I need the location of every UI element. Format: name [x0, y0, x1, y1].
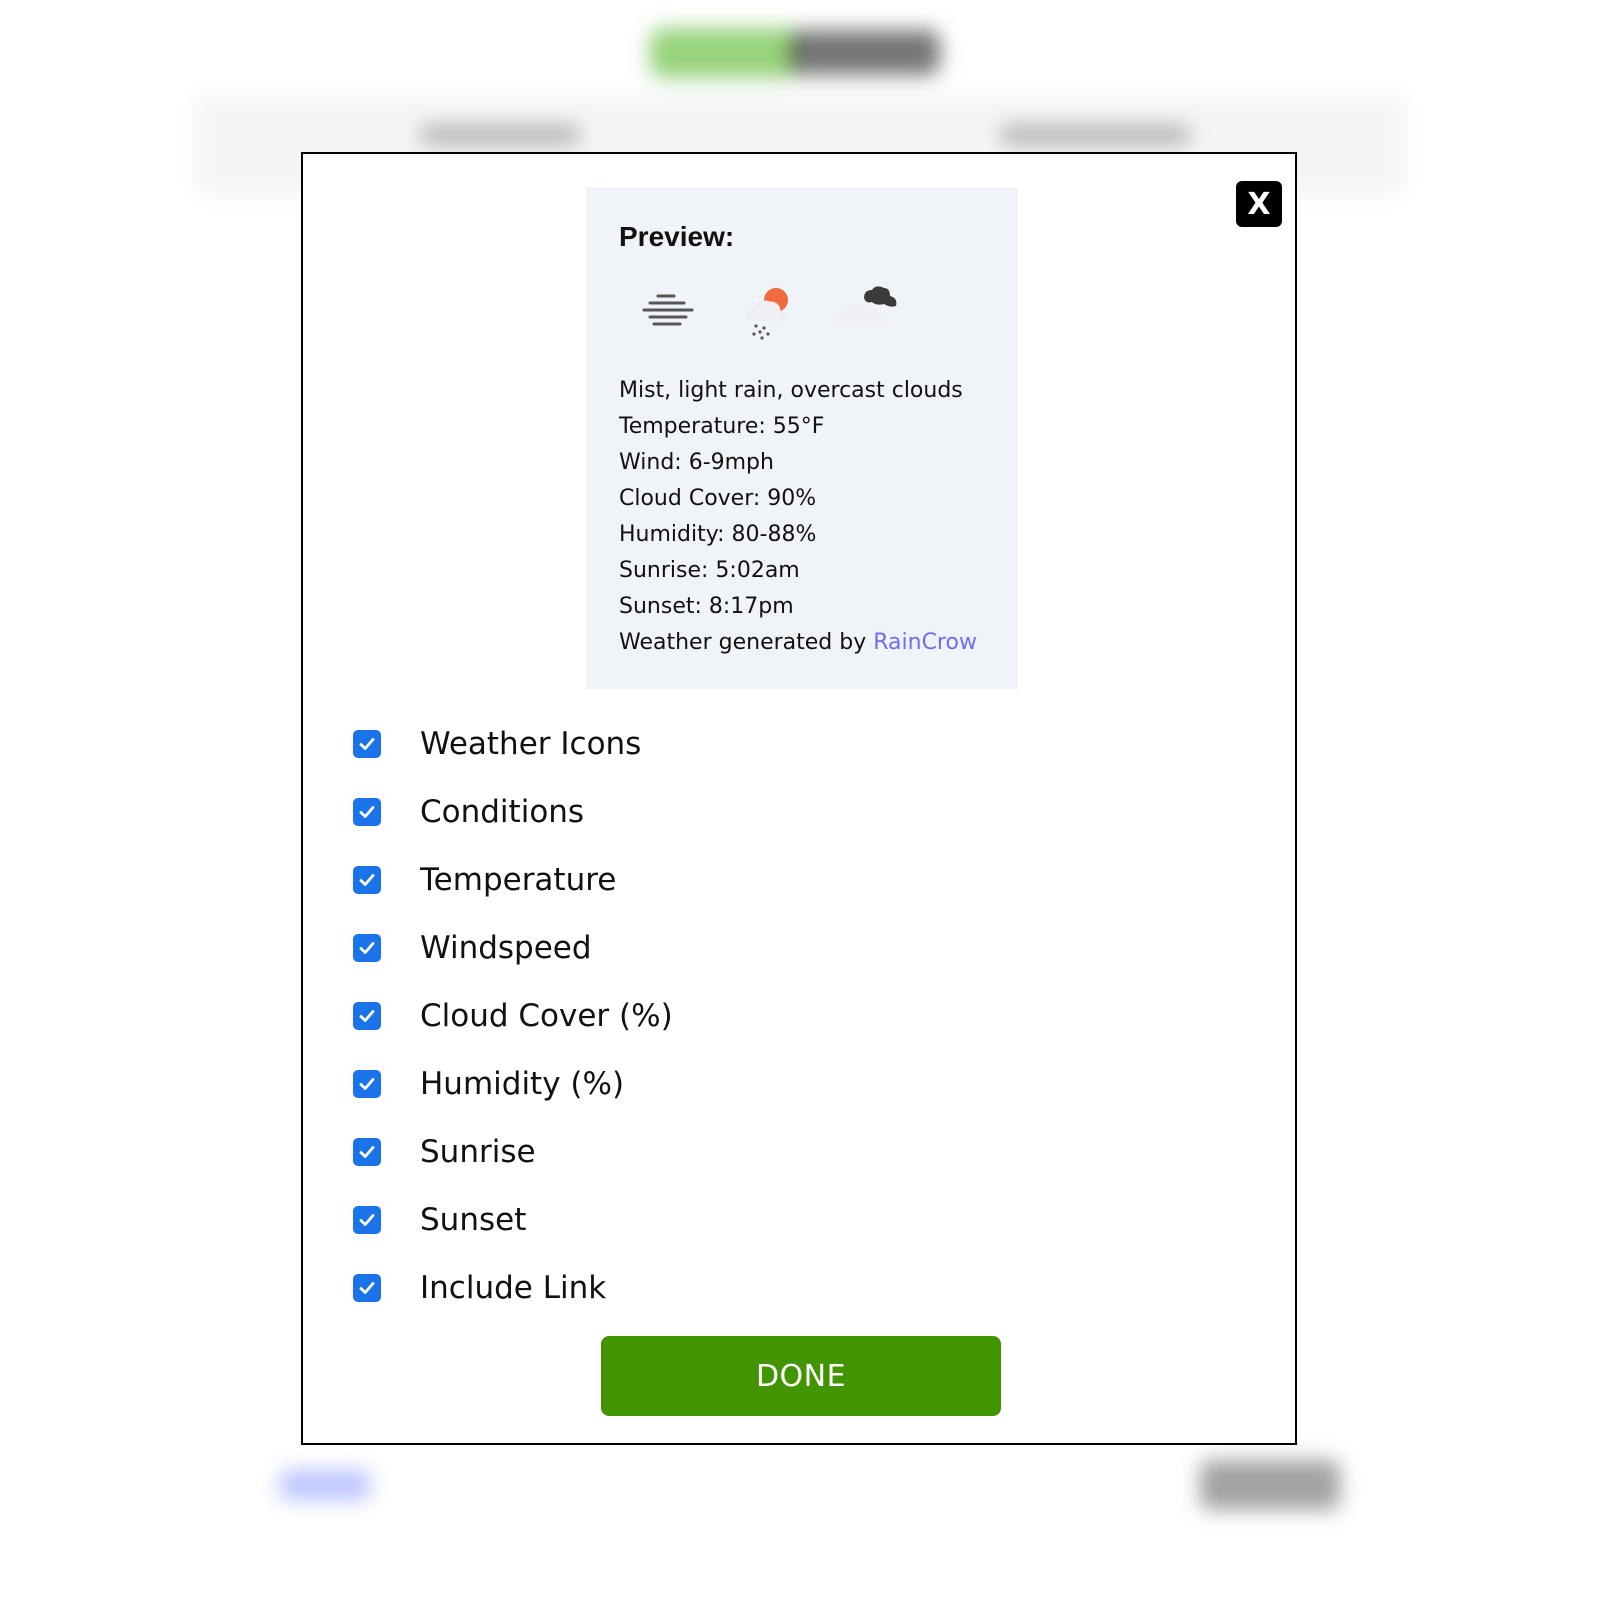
background-nav-item [1000, 125, 1190, 145]
option-temperature: Temperature [353, 846, 673, 914]
preview-cloud-cover: Cloud Cover: 90% [619, 486, 817, 511]
preview-sunrise: Sunrise: 5:02am [619, 558, 800, 583]
preview-wind: Wind: 6-9mph [619, 450, 774, 475]
option-label[interactable]: Conditions [420, 794, 584, 830]
option-label[interactable]: Sunset [420, 1202, 526, 1238]
preview-title: Preview: [619, 221, 735, 252]
option-label[interactable]: Humidity (%) [420, 1066, 624, 1102]
option-windspeed: Windspeed [353, 914, 673, 982]
option-label[interactable]: Windspeed [420, 930, 592, 966]
option-sunrise: Sunrise [353, 1118, 673, 1186]
option-include-link: Include Link [353, 1254, 673, 1322]
attribution-text: Weather generated by [619, 630, 874, 655]
checkmark-icon [359, 874, 375, 886]
weather-icons-row [608, 282, 908, 352]
option-label[interactable]: Cloud Cover (%) [420, 998, 673, 1034]
conditions-checkbox[interactable] [353, 798, 381, 826]
background-nav-item [420, 125, 580, 145]
sunrise-checkbox[interactable] [353, 1138, 381, 1166]
option-label[interactable]: Include Link [420, 1270, 606, 1306]
preview-humidity: Humidity: 80-88% [619, 522, 817, 547]
weather-settings-modal: X Preview: Mist, light rain, overcast cl… [301, 152, 1297, 1445]
option-label[interactable]: Temperature [420, 862, 616, 898]
background-link [280, 1470, 370, 1500]
light-rain-day-icon [747, 288, 788, 340]
sunset-checkbox[interactable] [353, 1206, 381, 1234]
close-button[interactable]: X [1236, 181, 1282, 227]
checkmark-icon [359, 1282, 375, 1294]
preview-details: Mist, light rain, overcast clouds Temper… [619, 373, 977, 661]
background-logo-text [790, 30, 940, 75]
option-label[interactable]: Weather Icons [420, 726, 641, 762]
windspeed-checkbox[interactable] [353, 934, 381, 962]
checkmark-icon [359, 738, 375, 750]
checkmark-icon [359, 1146, 375, 1158]
checkmark-icon [359, 1010, 375, 1022]
preview-panel: Preview: Mist, light rain, overcast clou… [586, 187, 1018, 689]
option-weather-icons: Weather Icons [353, 710, 673, 778]
preview-sunset: Sunset: 8:17pm [619, 594, 794, 619]
checkmark-icon [359, 1214, 375, 1226]
mist-icon [642, 294, 694, 326]
overcast-clouds-icon [831, 286, 897, 326]
background-button [1200, 1460, 1340, 1510]
options-list: Weather Icons Conditions Temperature Win… [353, 710, 673, 1322]
checkmark-icon [359, 806, 375, 818]
preview-attribution: Weather generated by RainCrow [619, 625, 977, 661]
option-sunset: Sunset [353, 1186, 673, 1254]
option-humidity: Humidity (%) [353, 1050, 673, 1118]
background-logo [650, 28, 800, 78]
preview-conditions: Mist, light rain, overcast clouds [619, 378, 963, 403]
option-label[interactable]: Sunrise [420, 1134, 536, 1170]
option-conditions: Conditions [353, 778, 673, 846]
checkmark-icon [359, 1078, 375, 1090]
option-cloud-cover: Cloud Cover (%) [353, 982, 673, 1050]
raincrow-link[interactable]: RainCrow [873, 630, 977, 655]
include-link-checkbox[interactable] [353, 1274, 381, 1302]
preview-temperature: Temperature: 55°F [619, 414, 825, 439]
humidity-checkbox[interactable] [353, 1070, 381, 1098]
cloud-cover-checkbox[interactable] [353, 1002, 381, 1030]
temperature-checkbox[interactable] [353, 866, 381, 894]
checkmark-icon [359, 942, 375, 954]
done-button[interactable]: DONE [601, 1336, 1001, 1416]
weather-icons-checkbox[interactable] [353, 730, 381, 758]
close-icon: X [1247, 186, 1271, 222]
